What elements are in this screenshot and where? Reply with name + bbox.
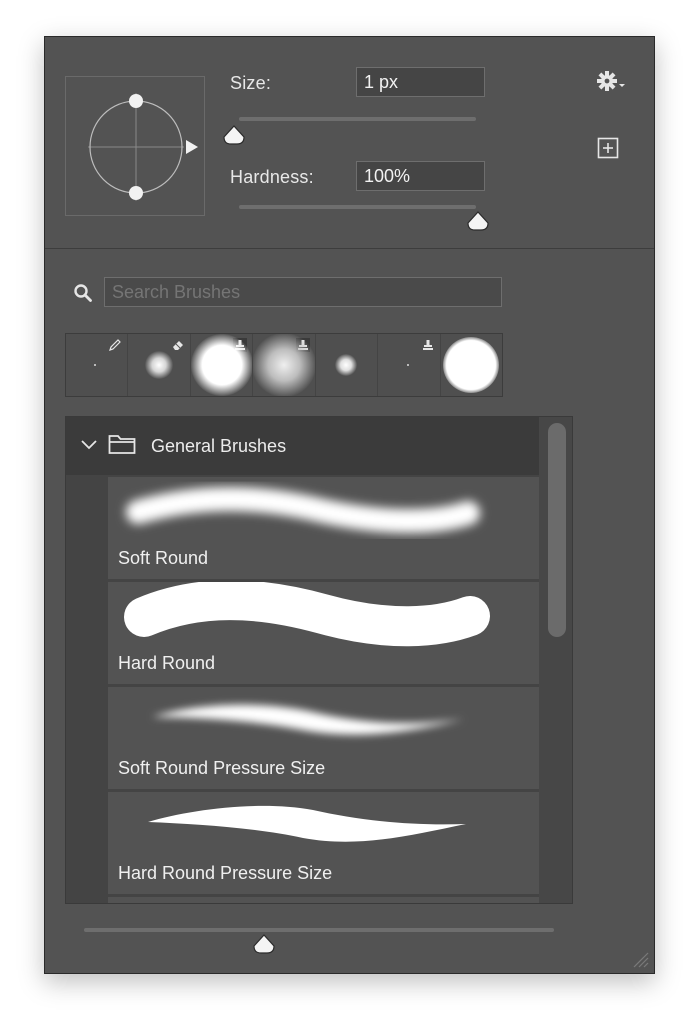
recent-brush-4[interactable] <box>253 334 315 396</box>
recent-brush-1[interactable] <box>66 334 128 396</box>
brush-name: Hard Round <box>118 653 216 673</box>
brush-group-label: General Brushes <box>151 436 287 456</box>
chevron-down-icon[interactable] <box>80 438 98 452</box>
eraser-icon <box>172 341 183 350</box>
size-slider-thumb[interactable] <box>223 125 245 145</box>
gear-icon[interactable] <box>597 70 629 92</box>
folder-icon <box>108 435 136 454</box>
brush-preset-panel: Size: Hardness: <box>44 36 655 974</box>
resize-grip-icon[interactable] <box>628 947 650 969</box>
angle-roundness-control-icon <box>88 93 198 201</box>
brush-group-general[interactable]: General Brushes <box>66 417 540 475</box>
recent-brushes-strip <box>65 333 503 397</box>
scrollbar-thumb[interactable] <box>548 423 566 637</box>
brush-name: Soft Round <box>118 548 209 568</box>
hardness-label: Hardness: <box>230 167 314 187</box>
soft-pressure-stroke-preview <box>152 704 464 735</box>
recent-brush-5[interactable] <box>315 334 378 396</box>
brush-item-hard-round[interactable]: Hard Round <box>108 582 540 684</box>
brush-item-hard-round-pressure-size[interactable]: Hard Round Pressure Size <box>108 792 540 894</box>
pencil-icon <box>109 339 122 351</box>
soft-round-stroke-preview <box>126 487 480 533</box>
brush-angle-preview[interactable] <box>65 76 205 216</box>
brush-name: Soft Round Pressure Size <box>118 758 326 778</box>
brush-name: Hard Round Pressure Size <box>118 863 333 883</box>
section-divider <box>45 248 654 249</box>
recent-brush-3[interactable] <box>190 334 253 396</box>
size-input[interactable] <box>356 67 485 97</box>
brush-item-soft-round[interactable]: Soft Round <box>108 477 540 579</box>
size-label: Size: <box>230 73 272 93</box>
brush-item-soft-round-pressure-size[interactable]: Soft Round Pressure Size <box>108 687 540 789</box>
recent-brush-2[interactable] <box>128 334 190 396</box>
scrollbar-track[interactable] <box>539 417 572 903</box>
recent-brush-7[interactable] <box>440 334 502 396</box>
brush-item-next-peek[interactable] <box>108 897 540 903</box>
hard-round-stroke-preview <box>124 582 490 647</box>
hardness-slider-track[interactable] <box>239 205 476 209</box>
preview-size-slider-track[interactable] <box>84 928 554 932</box>
recent-brush-6[interactable] <box>378 334 440 396</box>
stamp-icon <box>422 340 433 350</box>
size-slider-track[interactable] <box>239 117 476 121</box>
search-input[interactable] <box>104 277 502 307</box>
hardness-input[interactable] <box>356 161 485 191</box>
brush-list[interactable]: General Brushes Soft Round Hard Round So… <box>65 416 573 904</box>
hard-pressure-stroke-preview <box>148 805 466 842</box>
plus-box-icon[interactable] <box>597 137 619 159</box>
search-icon <box>74 284 92 302</box>
hardness-slider-thumb[interactable] <box>467 211 489 231</box>
preview-size-slider-thumb[interactable] <box>253 934 275 954</box>
